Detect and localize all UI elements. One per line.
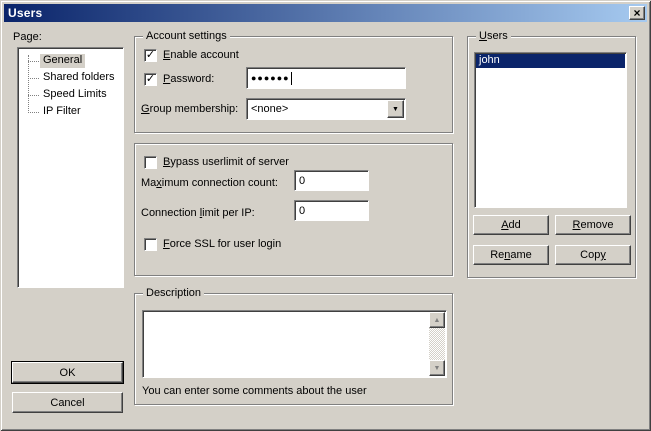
password-label: Password: [163, 73, 214, 85]
page-tree-item-speed-limits[interactable]: Speed Limits [40, 88, 110, 102]
chevron-down-icon: ▼ [392, 106, 399, 113]
page-tree-inner: General Shared folders Speed Limits IP F… [20, 50, 121, 285]
copy-user-button[interactable]: Copy [555, 245, 631, 265]
remove-user-button[interactable]: Remove [555, 215, 631, 235]
max-connection-count-value: 0 [299, 175, 305, 187]
cancel-button[interactable]: Cancel [12, 392, 123, 413]
connection-limit-per-ip-input[interactable]: 0 [294, 200, 369, 221]
page-tree-item-ip-filter[interactable]: IP Filter [40, 105, 84, 119]
tree-branch-line [28, 95, 39, 96]
account-settings-group: Account settings ✓ Enable account ✓ Pass… [134, 36, 453, 133]
description-title: Description [143, 287, 204, 299]
checkmark-icon: ✓ [146, 74, 155, 85]
users-group: Users john Add Remove Rename Copy [467, 36, 636, 278]
users-title: Users [476, 30, 511, 42]
users-listbox[interactable]: john [474, 52, 627, 208]
description-textarea[interactable]: ▲ ▼ [142, 310, 447, 378]
bypass-userlimit-label: Bypass userlimit of server [163, 156, 289, 168]
password-checkbox[interactable]: ✓ [144, 73, 157, 86]
max-connection-count-label: Maximum connection count: [141, 177, 278, 189]
add-user-button[interactable]: Add [473, 215, 549, 235]
tree-branch-line [28, 112, 39, 113]
connection-limit-per-ip-value: 0 [299, 205, 305, 217]
description-group: Description ▲ ▼ You can enter some comme… [134, 293, 453, 405]
force-ssl-checkbox[interactable] [144, 238, 157, 251]
enable-account-label: Enable account [163, 49, 239, 61]
vertical-scrollbar[interactable]: ▲ ▼ [429, 312, 445, 376]
tree-branch-line [28, 55, 29, 113]
group-membership-select[interactable]: <none> ▼ [246, 98, 406, 120]
rename-user-button[interactable]: Rename [473, 245, 549, 265]
description-hint: You can enter some comments about the us… [142, 385, 367, 397]
page-tree-item-shared-folders[interactable]: Shared folders [40, 71, 118, 85]
connection-limit-per-ip-label: Connection limit per IP: [141, 207, 255, 219]
text-caret [291, 72, 292, 85]
group-membership-value: <none> [251, 103, 288, 115]
force-ssl-label: Force SSL for user login [163, 238, 281, 250]
close-icon: × [633, 8, 640, 18]
page-tree-item-general[interactable]: General [40, 54, 85, 68]
max-connection-count-input[interactable]: 0 [294, 170, 369, 191]
password-value: ●●●●●● [251, 73, 290, 83]
arrow-up-icon: ▲ [434, 317, 441, 324]
checkmark-icon: ✓ [146, 50, 155, 61]
account-settings-title: Account settings [143, 30, 230, 42]
tree-branch-line [28, 61, 39, 62]
arrow-down-icon: ▼ [434, 365, 441, 372]
user-list-item-john[interactable]: john [476, 54, 625, 68]
users-dialog: Users × Page: General Shared folders Spe… [0, 0, 651, 431]
close-button[interactable]: × [629, 6, 645, 20]
bypass-userlimit-checkbox[interactable] [144, 156, 157, 169]
page-label: Page: [13, 31, 42, 43]
ok-button[interactable]: OK [12, 362, 123, 383]
limits-group: Bypass userlimit of server Maximum conne… [134, 143, 453, 276]
password-input[interactable]: ●●●●●● [246, 67, 406, 89]
enable-account-checkbox[interactable]: ✓ [144, 49, 157, 62]
window-title: Users [8, 6, 42, 20]
titlebar[interactable]: Users × [4, 4, 647, 22]
tree-branch-line [28, 78, 39, 79]
page-tree: General Shared folders Speed Limits IP F… [17, 47, 124, 288]
group-membership-label: Group membership: [141, 103, 238, 115]
dropdown-button[interactable]: ▼ [387, 100, 404, 118]
scroll-down-button[interactable]: ▼ [429, 360, 445, 376]
scroll-up-button[interactable]: ▲ [429, 312, 445, 328]
